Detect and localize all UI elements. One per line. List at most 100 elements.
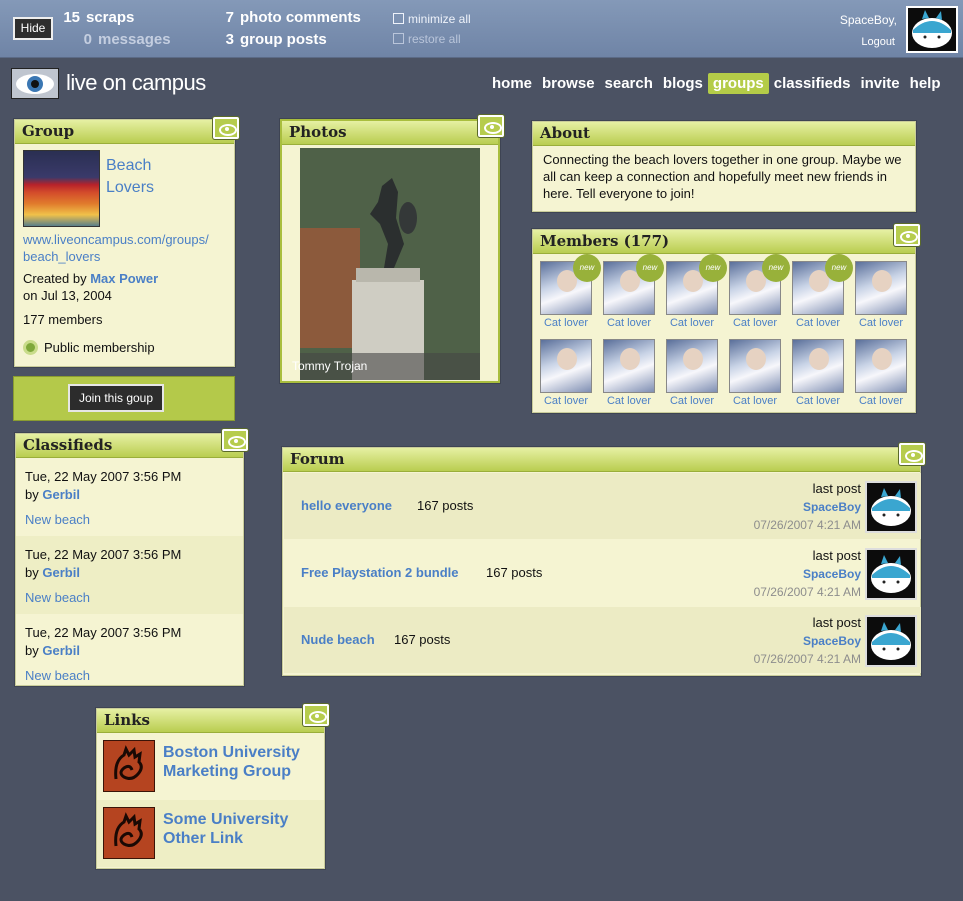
logo-eye-icon[interactable]	[11, 68, 59, 99]
group-photo[interactable]	[23, 150, 100, 227]
forum-thread-row[interactable]: Nude beach 167 posts last post SpaceBoy 07/2…	[284, 607, 921, 673]
link-title[interactable]: Boston University Marketing Group	[163, 743, 300, 781]
member-photo[interactable]: new	[603, 254, 664, 315]
creator-link[interactable]: Max Power	[90, 271, 158, 286]
nav-invite[interactable]: invite	[855, 73, 904, 94]
members-eye-icon[interactable]	[894, 224, 920, 246]
member-name[interactable]: Cat lover	[666, 317, 718, 329]
member-name[interactable]: Cat lover	[603, 317, 655, 329]
member-card[interactable]: Cat lover	[855, 339, 907, 407]
thread-title[interactable]: Nude beach	[301, 632, 375, 647]
member-card[interactable]: new Cat lover	[666, 254, 727, 329]
classified-date: Tue, 22 May 2007 3:56 PM	[25, 625, 182, 640]
member-photo[interactable]	[666, 339, 718, 393]
member-photo[interactable]: new	[540, 254, 601, 315]
member-photo[interactable]	[540, 339, 592, 393]
classified-item[interactable]: Tue, 22 May 2007 3:56 PM by Gerbil New b…	[16, 536, 243, 614]
photo-comments-stat[interactable]: 7 photo comments	[216, 9, 361, 26]
members-box: Members (177) new Cat lover new Cat lover ne…	[532, 229, 916, 413]
group-name[interactable]: Beach Lovers	[106, 155, 154, 199]
nav-help[interactable]: help	[905, 73, 946, 94]
nav-browse[interactable]: browse	[537, 73, 600, 94]
forum-thread-row[interactable]: Free Playstation 2 bundle 167 posts last p…	[284, 540, 921, 606]
forum-thread-row[interactable]: hello everyone 167 posts last post SpaceBoy…	[284, 473, 921, 539]
classified-author[interactable]: Gerbil	[42, 487, 80, 502]
group-eye-icon[interactable]	[213, 117, 239, 139]
classified-item[interactable]: Tue, 22 May 2007 3:56 PM by Gerbil New b…	[16, 458, 243, 536]
minimize-all-button[interactable]: minimize all	[393, 12, 471, 26]
scraps-stat[interactable]: 15 scraps	[62, 9, 134, 26]
member-photo[interactable]	[729, 339, 781, 393]
link-item[interactable]: Some University Other Link	[97, 800, 324, 867]
last-post-user[interactable]: SpaceBoy	[754, 565, 861, 583]
classified-item[interactable]: Tue, 22 May 2007 3:56 PM by Gerbil New b…	[16, 614, 243, 692]
member-photo[interactable]: new	[792, 254, 853, 315]
nav-blogs[interactable]: blogs	[658, 73, 708, 94]
member-card[interactable]: new Cat lover	[729, 254, 790, 329]
member-name[interactable]: Cat lover	[855, 317, 907, 329]
links-box-title: Links	[97, 709, 324, 733]
last-post-avatar[interactable]	[865, 481, 917, 533]
classified-title[interactable]: New beach	[25, 667, 234, 685]
messages-stat[interactable]: 0 messages	[74, 31, 171, 48]
group-photo-tommy-trojan[interactable]	[300, 148, 480, 380]
photos-eye-icon[interactable]	[478, 115, 504, 137]
member-name[interactable]: Cat lover	[603, 395, 655, 407]
links-eye-icon[interactable]	[303, 704, 329, 726]
member-card[interactable]: new Cat lover	[603, 254, 664, 329]
brand-name[interactable]: live on campus	[66, 70, 206, 96]
member-photo[interactable]	[792, 339, 844, 393]
new-badge-icon: new	[762, 254, 790, 282]
member-card[interactable]: Cat lover	[666, 339, 718, 407]
member-name[interactable]: Cat lover	[792, 395, 844, 407]
thread-title[interactable]: hello everyone	[301, 498, 392, 513]
link-item[interactable]: Boston University Marketing Group	[97, 733, 324, 800]
member-photo[interactable]: new	[729, 254, 790, 315]
nav-home[interactable]: home	[487, 73, 537, 94]
group-url[interactable]: www.liveoncampus.com/groups/ beach_lover…	[23, 231, 209, 265]
member-photo[interactable]	[855, 261, 907, 315]
thread-title[interactable]: Free Playstation 2 bundle	[301, 565, 459, 580]
member-card[interactable]: Cat lover	[540, 339, 592, 407]
join-group-button[interactable]: Join this goup	[68, 384, 164, 412]
classified-date: Tue, 22 May 2007 3:56 PM	[25, 547, 182, 562]
last-post-avatar[interactable]	[865, 615, 917, 667]
classified-title[interactable]: New beach	[25, 511, 234, 529]
member-name[interactable]: Cat lover	[540, 317, 592, 329]
member-name[interactable]: Cat lover	[855, 395, 907, 407]
member-card[interactable]: new Cat lover	[540, 254, 601, 329]
link-title[interactable]: Some University Other Link	[163, 810, 288, 848]
last-post-user[interactable]: SpaceBoy	[754, 632, 861, 650]
forum-eye-icon[interactable]	[899, 443, 925, 465]
member-photo[interactable]	[855, 339, 907, 393]
group-posts-count: 3	[225, 31, 234, 48]
member-card[interactable]: Cat lover	[603, 339, 655, 407]
restore-all-button[interactable]: restore all	[393, 32, 461, 46]
member-name[interactable]: Cat lover	[666, 395, 718, 407]
member-card[interactable]: new Cat lover	[792, 254, 853, 329]
member-card[interactable]: Cat lover	[855, 261, 907, 329]
nav-classifieds[interactable]: classifieds	[769, 73, 856, 94]
group-name-line1: Beach	[106, 157, 152, 174]
nav-groups[interactable]: groups	[707, 73, 769, 94]
member-name[interactable]: Cat lover	[540, 395, 592, 407]
classifieds-eye-icon[interactable]	[222, 429, 248, 451]
member-name[interactable]: Cat lover	[729, 395, 781, 407]
member-photo[interactable]	[603, 339, 655, 393]
member-photo[interactable]: new	[666, 254, 727, 315]
nav-search[interactable]: search	[600, 73, 658, 94]
logout-link[interactable]: Logout	[861, 36, 895, 48]
member-card[interactable]: Cat lover	[792, 339, 844, 407]
last-post-user[interactable]: SpaceBoy	[754, 498, 861, 516]
member-name[interactable]: Cat lover	[792, 317, 844, 329]
user-avatar[interactable]	[906, 6, 958, 53]
last-post-avatar[interactable]	[865, 548, 917, 600]
hide-button[interactable]: Hide	[13, 17, 53, 40]
group-posts-stat[interactable]: 3 group posts	[216, 31, 327, 48]
classified-author[interactable]: Gerbil	[42, 643, 80, 658]
classified-title[interactable]: New beach	[25, 589, 234, 607]
membership-label: Public membership	[44, 340, 155, 355]
member-name[interactable]: Cat lover	[729, 317, 781, 329]
member-card[interactable]: Cat lover	[729, 339, 781, 407]
classified-author[interactable]: Gerbil	[42, 565, 80, 580]
